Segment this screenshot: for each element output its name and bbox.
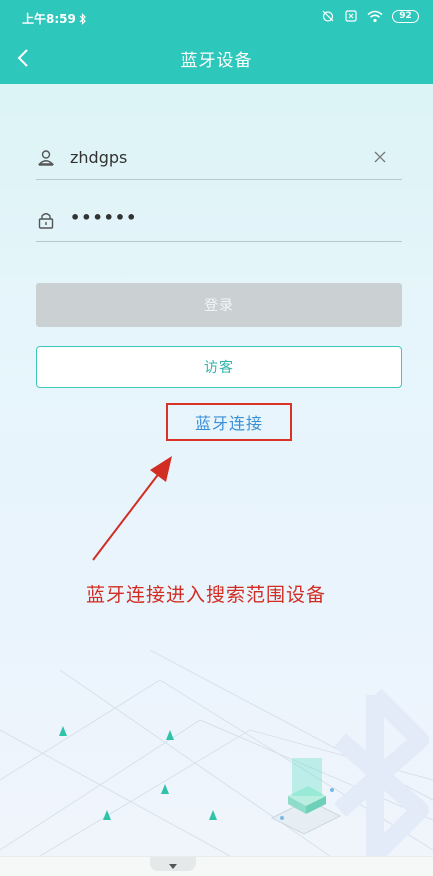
password-field[interactable]: ••••••: [36, 202, 402, 242]
app-header: 上午8:59 92 蓝牙设备: [0, 0, 433, 84]
annotation-text: 蓝牙连接进入搜索范围设备: [86, 584, 327, 606]
battery-icon: 92: [392, 9, 419, 23]
status-icons: 92: [321, 9, 419, 23]
username-field[interactable]: zhdgps: [36, 140, 402, 180]
status-time: 上午8:59: [22, 12, 76, 26]
drawer-handle[interactable]: [150, 857, 196, 871]
login-button[interactable]: 登录: [36, 283, 402, 327]
bluetooth-connect-link[interactable]: 蓝牙连接: [166, 403, 292, 441]
status-bar: 上午8:59 92: [0, 0, 433, 34]
page-title: 蓝牙设备: [180, 51, 253, 71]
guest-button[interactable]: 访客: [36, 346, 402, 388]
sim-icon: [344, 9, 358, 23]
status-time-group: 上午8:59: [22, 10, 87, 27]
bluetooth-illustration: [0, 650, 433, 856]
password-value[interactable]: ••••••: [70, 208, 137, 227]
bluetooth-icon: [79, 12, 87, 25]
device-icon: [270, 758, 342, 835]
username-value[interactable]: zhdgps: [70, 148, 127, 167]
alarm-off-icon: [321, 9, 335, 23]
bottom-bar: [0, 856, 433, 876]
close-icon[interactable]: [372, 149, 388, 165]
lock-icon: [36, 210, 56, 230]
bluetooth-watermark-icon: [334, 688, 429, 856]
user-icon: [36, 148, 56, 168]
nav-bar: 蓝牙设备: [0, 34, 433, 84]
chevron-down-icon: [169, 855, 177, 874]
wifi-icon: [367, 10, 383, 23]
